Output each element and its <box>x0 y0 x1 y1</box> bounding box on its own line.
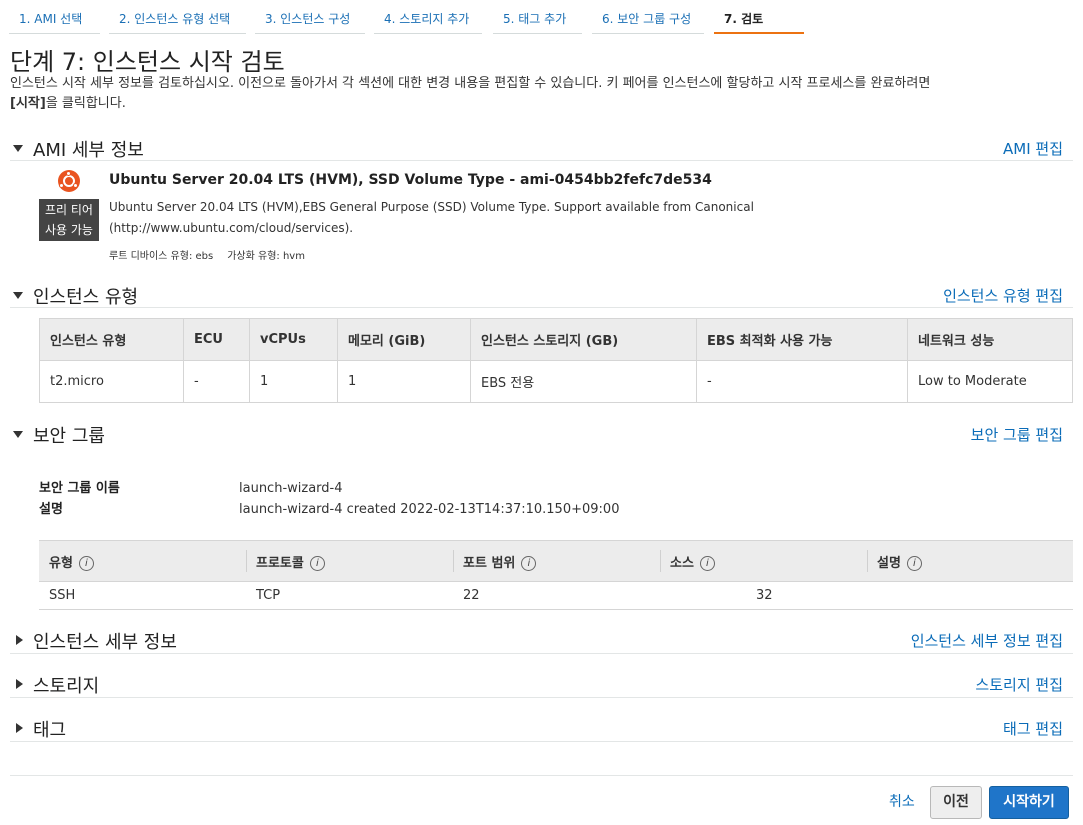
column-header: vCPUs <box>249 318 338 361</box>
cell-ebs-optimized: - <box>696 360 908 403</box>
caret-down-icon[interactable] <box>13 292 23 299</box>
edit-ami-link[interactable]: AMI 편집 <box>1003 138 1063 159</box>
column-header: 포트 범위 i <box>453 540 660 582</box>
intro-text-2: 을 클릭합니다. <box>45 96 126 111</box>
page-intro: 인스턴스 시작 세부 정보를 검토하십시오. 이전으로 돌아가서 각 섹션에 대… <box>10 74 1075 114</box>
edit-instance-type-link[interactable]: 인스턴스 유형 편집 <box>943 285 1063 306</box>
section-security-group-title: 보안 그룹 <box>33 426 105 447</box>
column-header: 네트워크 성능 <box>907 318 1073 361</box>
info-icon[interactable]: i <box>699 555 715 571</box>
column-header: EBS 최적화 사용 가능 <box>696 318 908 361</box>
tab-instance-config[interactable]: 3. 인스턴스 구성 <box>255 0 365 34</box>
section-tags-title: 태그 <box>33 720 67 741</box>
cell-rule-type: SSH <box>39 581 246 610</box>
edit-tags-link[interactable]: 태그 편집 <box>1003 718 1063 739</box>
previous-button[interactable]: 이전 <box>930 786 982 819</box>
cell-rule-desc <box>867 581 1073 610</box>
caret-right-icon[interactable] <box>16 723 23 733</box>
cell-ecu: - <box>183 360 250 403</box>
free-tier-badge-line2: 사용 가능 <box>45 223 93 237</box>
caret-down-icon[interactable] <box>13 145 23 152</box>
free-tier-badge: 프리 티어 사용 가능 <box>39 199 99 241</box>
ami-description: Ubuntu Server 20.04 LTS (HVM),EBS Genera… <box>109 197 809 239</box>
column-header-label: 소스 <box>670 555 694 571</box>
ubuntu-logo-icon <box>58 170 80 192</box>
sg-desc-label: 설명 <box>39 502 63 517</box>
column-header: 설명 i <box>867 540 1073 582</box>
cell-memory: 1 <box>337 360 471 403</box>
edit-instance-details-link[interactable]: 인스턴스 세부 정보 편집 <box>911 630 1063 651</box>
column-header: 유형 i <box>39 540 246 582</box>
column-header-label: 설명 <box>877 555 901 571</box>
launch-button[interactable]: 시작하기 <box>989 786 1069 819</box>
intro-text-1: 인스턴스 시작 세부 정보를 검토하십시오. 이전으로 돌아가서 각 섹션에 대… <box>10 76 931 91</box>
section-security-group-header[interactable]: 보안 그룹 보안 그룹 편집 <box>10 422 1073 447</box>
section-storage-title: 스토리지 <box>33 676 100 697</box>
cell-rule-protocol: TCP <box>246 581 453 610</box>
cell-instance-storage: EBS 전용 <box>470 360 697 403</box>
sg-name-value: launch-wizard-4 <box>239 481 343 496</box>
table-row: t2.micro - 1 1 EBS 전용 - Low to Moderate <box>39 360 1073 403</box>
cell-vcpus: 1 <box>249 360 338 403</box>
caret-down-icon[interactable] <box>13 431 23 438</box>
ami-desc-line1: Ubuntu Server 20.04 LTS (HVM),EBS Genera… <box>109 200 754 214</box>
tab-review[interactable]: 7. 검토 <box>714 0 804 34</box>
tab-add-tags[interactable]: 5. 태그 추가 <box>493 0 582 34</box>
security-rules-table: 유형 i 프로토콜 i 포트 범위 i 소스 i 설명 i SSH TCP 22 32 <box>39 540 1073 610</box>
column-header: 소스 i <box>660 540 867 582</box>
root-device-type: 루트 디바이스 유형: ebs <box>109 251 214 262</box>
tab-security-group[interactable]: 6. 보안 그룹 구성 <box>592 0 704 34</box>
sg-desc-value: launch-wizard-4 created 2022-02-13T14:37… <box>239 502 620 517</box>
caret-right-icon[interactable] <box>16 635 23 645</box>
section-ami-title: AMI 세부 정보 <box>33 140 144 161</box>
column-header-label: 프로토콜 <box>256 555 304 571</box>
free-tier-badge-line1: 프리 티어 <box>45 203 93 217</box>
ami-desc-line2: (http://www.ubuntu.com/cloud/services). <box>109 221 354 235</box>
caret-right-icon[interactable] <box>16 679 23 689</box>
table-header-row: 인스턴스 유형 ECU vCPUs 메모리 (GiB) 인스턴스 스토리지 (G… <box>39 318 1073 361</box>
column-header: 프로토콜 i <box>246 540 453 582</box>
section-ami-header[interactable]: AMI 세부 정보 AMI 편집 <box>10 136 1073 161</box>
section-instance-details-header[interactable]: 인스턴스 세부 정보 인스턴스 세부 정보 편집 <box>10 628 1073 654</box>
column-header: 인스턴스 스토리지 (GB) <box>470 318 697 361</box>
ami-name: Ubuntu Server 20.04 LTS (HVM), SSD Volum… <box>109 172 712 188</box>
cancel-button[interactable]: 취소 <box>889 791 915 811</box>
tab-instance-type[interactable]: 2. 인스턴스 유형 선택 <box>109 0 246 34</box>
sg-name-label: 보안 그룹 이름 <box>39 481 120 496</box>
section-storage-header[interactable]: 스토리지 스토리지 편집 <box>10 672 1073 698</box>
table-row: SSH TCP 22 32 <box>39 581 1073 610</box>
cell-instance-type: t2.micro <box>39 360 184 403</box>
virtualization-type: 가상화 유형: hvm <box>227 251 305 262</box>
page-title: 단계 7: 인스턴스 시작 검토 <box>10 48 285 76</box>
column-header: ECU <box>183 318 250 361</box>
cell-rule-port: 22 <box>453 581 660 610</box>
info-icon[interactable]: i <box>78 555 94 571</box>
section-instance-type-header[interactable]: 인스턴스 유형 인스턴스 유형 편집 <box>10 283 1073 308</box>
section-tags-header[interactable]: 태그 태그 편집 <box>10 716 1073 742</box>
column-header-label: 포트 범위 <box>463 555 516 571</box>
intro-bold: [시작] <box>10 96 46 111</box>
info-icon[interactable]: i <box>906 555 922 571</box>
edit-storage-link[interactable]: 스토리지 편집 <box>975 674 1063 695</box>
column-header: 인스턴스 유형 <box>39 318 184 361</box>
info-icon[interactable]: i <box>309 555 325 571</box>
table-header-row: 유형 i 프로토콜 i 포트 범위 i 소스 i 설명 i <box>39 540 1073 582</box>
column-header-label: 유형 <box>49 555 73 571</box>
section-instance-type-title: 인스턴스 유형 <box>33 287 139 308</box>
info-icon[interactable]: i <box>521 555 537 571</box>
tab-add-storage[interactable]: 4. 스토리지 추가 <box>374 0 482 34</box>
instance-type-table: 인스턴스 유형 ECU vCPUs 메모리 (GiB) 인스턴스 스토리지 (G… <box>39 318 1073 403</box>
tab-ami-select[interactable]: 1. AMI 선택 <box>9 0 100 34</box>
edit-security-group-link[interactable]: 보안 그룹 편집 <box>971 424 1063 445</box>
column-header: 메모리 (GiB) <box>337 318 471 361</box>
wizard-steps: 1. AMI 선택 2. 인스턴스 유형 선택 3. 인스턴스 구성 4. 스토… <box>0 0 1083 34</box>
cell-network-performance: Low to Moderate <box>907 360 1073 403</box>
section-instance-details-title: 인스턴스 세부 정보 <box>33 632 177 653</box>
footer-divider <box>10 775 1073 776</box>
ami-meta: 루트 디바이스 유형: ebs 가상화 유형: hvm <box>109 247 305 262</box>
cell-rule-source: 32 <box>660 581 867 610</box>
